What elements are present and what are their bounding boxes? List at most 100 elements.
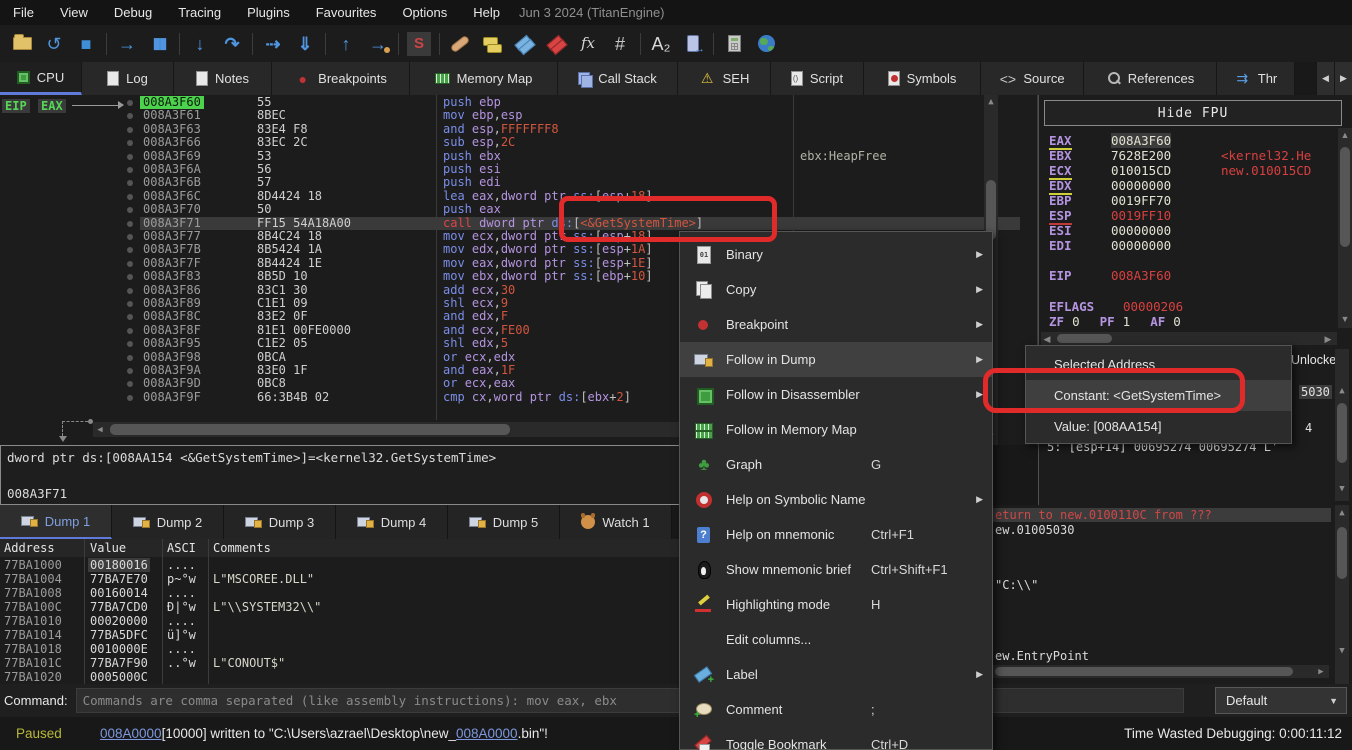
scroll-up-icon[interactable]: ▲ [985, 96, 997, 108]
scroll-left-icon[interactable]: ◀ [94, 424, 106, 436]
context-menu-item-follow-in-dump[interactable]: Follow in Dump▶ [680, 342, 992, 377]
breakpoint-dot[interactable] [127, 113, 133, 119]
tab-log[interactable]: Log [82, 62, 174, 95]
tab-cpu[interactable]: CPU [0, 62, 82, 95]
scroll-left-icon[interactable]: ◀ [1041, 333, 1053, 345]
step-into-button[interactable]: ↓ [184, 29, 216, 59]
context-menu-item-breakpoint[interactable]: Breakpoint▶ [680, 307, 992, 342]
breakpoint-dot[interactable] [127, 194, 133, 200]
run-to-user-code-button[interactable]: ⇢ [257, 29, 289, 59]
bookmarks-button[interactable] [540, 29, 572, 59]
address-link[interactable]: 008A0000 [100, 726, 162, 741]
execute-till-return-button[interactable]: ⇓ [289, 29, 321, 59]
disasm-row-008A3F6A[interactable]: 008A3F6A56push esi [140, 163, 1020, 176]
args-vscroll-thumb[interactable] [1337, 403, 1347, 463]
tab-dump-4[interactable]: Dump 4 [336, 505, 448, 539]
scylla-button[interactable]: S [403, 29, 435, 59]
breakpoint-dot[interactable] [127, 261, 133, 267]
scroll-up-icon[interactable]: ▲ [1336, 507, 1348, 519]
context-menu-item-help-on-mnemonic[interactable]: Help on mnemonicCtrl+F1 [680, 517, 992, 552]
tab-notes[interactable]: Notes [174, 62, 272, 95]
menu-tracing[interactable]: Tracing [165, 0, 234, 25]
tab-scroll-left-icon[interactable]: ◀ [1316, 62, 1334, 95]
menu-view[interactable]: View [47, 0, 101, 25]
context-menu-item-edit-columns[interactable]: Edit columns... [680, 622, 992, 657]
context-menu-item-graph[interactable]: ♣GraphG [680, 447, 992, 482]
column-header-value[interactable]: Value [90, 539, 126, 557]
disasm-row-008A3F61[interactable]: 008A3F618BECmov ebp,esp [140, 109, 1020, 122]
register-value[interactable]: 0019FF70 [1111, 193, 1171, 208]
run-to-user-button[interactable]: → [362, 29, 394, 59]
breakpoint-dot[interactable] [127, 341, 133, 347]
column-header-asci[interactable]: ASCI [167, 539, 196, 557]
breakpoint-dot[interactable] [127, 355, 133, 361]
labels-button[interactable] [508, 29, 540, 59]
breakpoint-dot[interactable] [127, 154, 133, 160]
disasm-row-008A3F6C[interactable]: 008A3F6C8D4424 18lea eax,dword ptr ss:[e… [140, 190, 1020, 203]
register-row-eax[interactable]: EAX008A3F60 [1039, 133, 1352, 148]
breakpoint-dot[interactable] [127, 167, 133, 173]
tab-dump-1[interactable]: Dump 1 [0, 505, 112, 539]
flag-value[interactable]: 0 [1173, 314, 1181, 329]
text-az-button[interactable]: A₂ [645, 29, 677, 59]
context-menu-item-toggle-bookmark[interactable]: Toggle BookmarkCtrl+D [680, 727, 992, 750]
column-header-address[interactable]: Address [4, 539, 55, 557]
breakpoint-dot[interactable] [127, 368, 133, 374]
restart-button[interactable]: ↺ [38, 29, 70, 59]
register-row-ebp[interactable]: EBP0019FF70 [1039, 193, 1352, 208]
tab-script[interactable]: Script [771, 62, 864, 95]
breakpoint-dot[interactable] [127, 207, 133, 213]
tab-dump-2[interactable]: Dump 2 [112, 505, 224, 539]
breakpoint-dot[interactable] [127, 395, 133, 401]
disasm-row-008A3F71[interactable]: 008A3F71FF15 54A18A00call dword ptr ds:[… [140, 217, 1020, 230]
menu-options[interactable]: Options [389, 0, 460, 25]
scroll-right-icon[interactable]: ▶ [1315, 666, 1327, 678]
calculator-send-button[interactable] [677, 29, 709, 59]
tab-references[interactable]: References [1084, 62, 1217, 95]
register-value[interactable]: 010015CD [1111, 163, 1171, 178]
submenu-item-constant-getsystemtime[interactable]: Constant: <GetSystemTime> [1026, 380, 1291, 411]
patch-button[interactable] [444, 29, 476, 59]
address-link[interactable]: 008A0000 [456, 726, 518, 741]
breakpoint-dot[interactable] [127, 301, 133, 307]
tab-symbols[interactable]: Symbols [864, 62, 981, 95]
stop-button[interactable]: ■ [70, 29, 102, 59]
stack-row[interactable]: eturn to new.0100110C from ??? [991, 508, 1331, 522]
context-menu-item-follow-in-disassembler[interactable]: Follow in Disassembler▶ [680, 377, 992, 412]
regs-vscroll-thumb[interactable] [1340, 147, 1350, 247]
tab-dump-3[interactable]: Dump 3 [224, 505, 336, 539]
register-value[interactable]: 7628E200 [1111, 148, 1171, 163]
menu-favourites[interactable]: Favourites [303, 0, 390, 25]
context-menu-item-help-on-symbolic-name[interactable]: Help on Symbolic Name▶ [680, 482, 992, 517]
column-header-comments[interactable]: Comments [213, 539, 271, 557]
tab-breakpoints[interactable]: ●Breakpoints [272, 62, 410, 95]
breakpoint-dot[interactable] [127, 140, 133, 146]
step-out-button[interactable]: ↑ [330, 29, 362, 59]
disasm-row-008A3F63[interactable]: 008A3F6383E4 F8and esp,FFFFFFF8 [140, 123, 1020, 136]
register-value[interactable]: 008A3F60 [1111, 133, 1171, 148]
scroll-up-icon[interactable]: ▲ [1336, 385, 1348, 397]
tab-source[interactable]: <>Source [981, 62, 1084, 95]
breakpoint-dot[interactable] [127, 274, 133, 280]
function-button[interactable]: fx [572, 29, 604, 59]
calculator-button[interactable] [718, 29, 750, 59]
disasm-row-008A3F60[interactable]: 008A3F6055push ebp [140, 96, 1020, 109]
stack-row[interactable]: "C:\\" [995, 578, 1038, 592]
open-file-button[interactable] [6, 29, 38, 59]
disasm-row-008A3F6B[interactable]: 008A3F6B57push edi [140, 176, 1020, 189]
context-menu-item-label[interactable]: Label▶ [680, 657, 992, 692]
disasm-hscroll-thumb[interactable] [110, 424, 510, 435]
internet-button[interactable] [750, 29, 782, 59]
menu-file[interactable]: File [0, 0, 47, 25]
stack-hscroll-thumb[interactable] [995, 667, 1293, 676]
register-row-ebx[interactable]: EBX7628E200<kernel32.He [1039, 148, 1352, 163]
register-value[interactable]: 008A3F60 [1111, 268, 1171, 283]
breakpoint-dot[interactable] [127, 247, 133, 253]
regs-hscroll-thumb[interactable] [1057, 334, 1112, 343]
submenu-item-value-008aa154[interactable]: Value: [008AA154] [1026, 411, 1291, 442]
breakpoint-dot[interactable] [127, 100, 133, 106]
disasm-row-008A3F69[interactable]: 008A3F6953push ebxebx:HeapFree [140, 150, 1020, 163]
scroll-down-icon[interactable]: ▼ [1336, 483, 1348, 495]
command-input[interactable] [76, 688, 1184, 713]
scroll-right-icon[interactable]: ▶ [1322, 333, 1334, 345]
